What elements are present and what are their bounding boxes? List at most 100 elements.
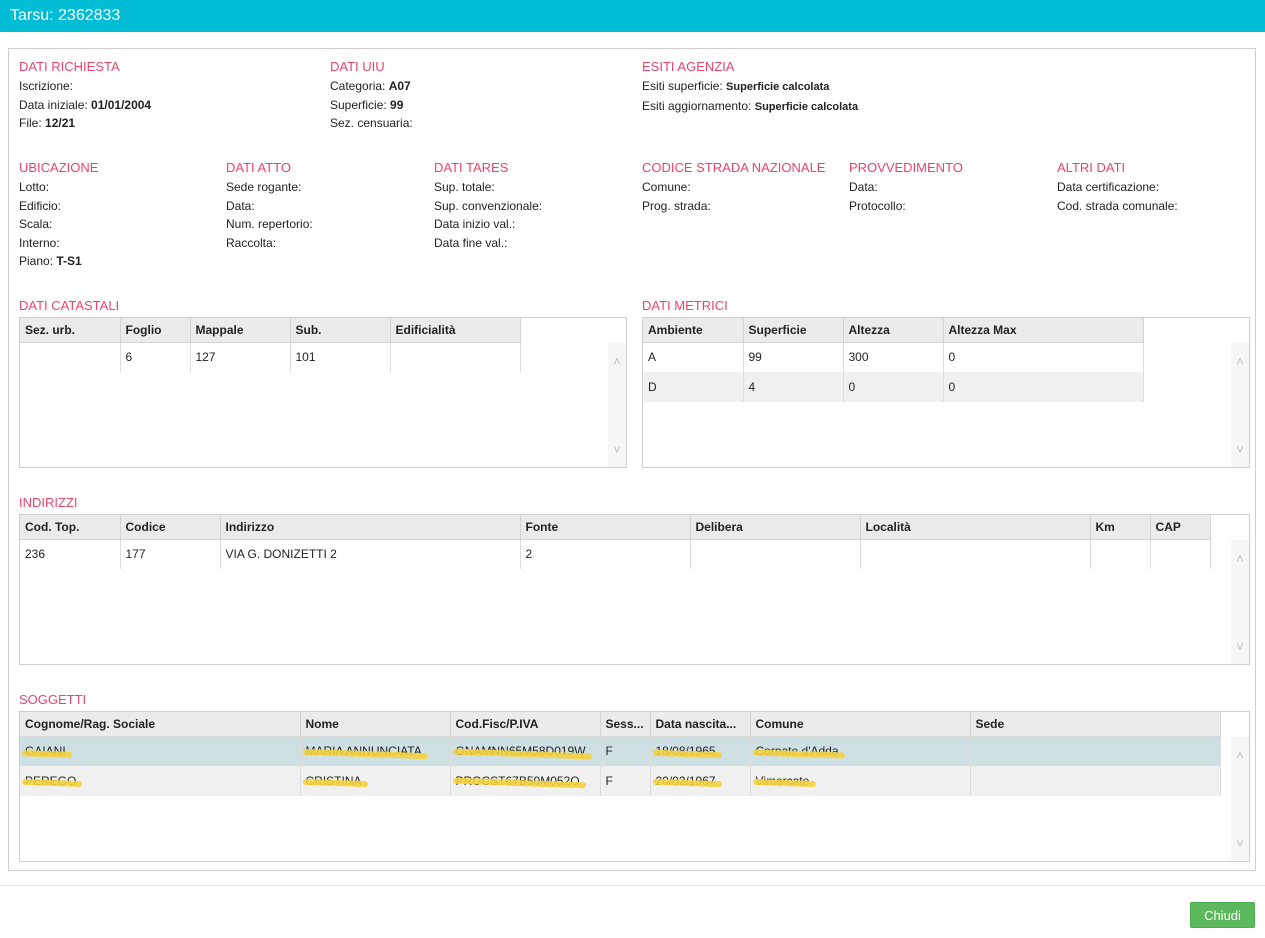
column-header[interactable]: CAP <box>1150 515 1211 540</box>
column-header[interactable]: Foglio <box>120 318 191 343</box>
field-data-certificazione: Data certificazione: <box>1057 180 1160 194</box>
field-iscrizione: Iscrizione: <box>19 79 74 93</box>
field-categoria: Categoria: A07 <box>330 79 411 93</box>
cell: 236 <box>20 539 121 569</box>
cell <box>1090 539 1151 569</box>
chevron-up-icon[interactable]: ˄ <box>612 355 622 368</box>
chevron-down-icon[interactable]: ˅ <box>1235 443 1245 456</box>
field-protocollo: Protocollo: <box>849 198 906 213</box>
column-header[interactable]: Ambiente <box>643 318 744 343</box>
cell <box>970 766 1221 796</box>
cell: GAIANI <box>20 736 301 766</box>
field-prog-strada: Prog. strada: <box>642 198 711 213</box>
cell: 101 <box>290 342 391 372</box>
piano-value: T-S1 <box>56 254 82 269</box>
table-row[interactable]: 236 177 VIA G. DONIZETTI 2 2 <box>20 539 1211 569</box>
field-sez-censuaria: Sez. censuaria: <box>330 116 413 131</box>
field-esiti-superficie: Esiti superficie: Superficie calcolata <box>642 79 830 93</box>
field-data-atto: Data: <box>226 198 255 213</box>
column-header[interactable]: Codice <box>120 515 221 540</box>
vertical-scrollbar[interactable]: ˄ ˅ <box>1231 737 1249 861</box>
field-cod-strada-comunale: Cod. strada comunale: <box>1057 198 1178 213</box>
grid-indirizzi[interactable]: Cod. Top. Codice Indirizzo Fonte Deliber… <box>19 514 1250 665</box>
grid-header-row: Cod. Top. Codice Indirizzo Fonte Deliber… <box>20 515 1211 540</box>
cell: PEREGO <box>20 766 301 796</box>
field-data-fine-val: Data fine val.: <box>434 235 508 250</box>
field-sup-totale: Sup. totale: <box>434 180 495 194</box>
column-header[interactable]: Sez. urb. <box>20 318 121 343</box>
column-header[interactable]: Edificialità <box>390 318 521 343</box>
vertical-scrollbar[interactable]: ˄ ˅ <box>1231 343 1249 467</box>
column-header[interactable]: Nome <box>300 712 451 737</box>
chevron-up-icon[interactable]: ˄ <box>1235 749 1245 762</box>
cell: Vimercate <box>750 766 971 796</box>
cell: 177 <box>120 539 221 569</box>
section-dati-catastali-title: DATI CATASTALI <box>19 298 120 313</box>
column-header[interactable]: Delibera <box>690 515 861 540</box>
chevron-down-icon[interactable]: ˅ <box>1235 640 1245 653</box>
close-button[interactable]: Chiudi <box>1190 902 1255 928</box>
grid-header-row: Ambiente Superficie Altezza Altezza Max <box>643 318 1144 343</box>
section-title: DATI TARES <box>434 160 509 175</box>
chevron-up-icon[interactable]: ˄ <box>1235 552 1245 565</box>
column-header[interactable]: Altezza Max <box>943 318 1144 343</box>
field-data-provvedimento: Data: <box>849 180 878 194</box>
file-value: 12/21 <box>45 116 76 131</box>
column-header[interactable]: Cod. Top. <box>20 515 121 540</box>
column-header[interactable]: Indirizzo <box>220 515 521 540</box>
cell: GNAMNN65M58D019W <box>450 736 601 766</box>
grid-soggetti[interactable]: Cognome/Rag. Sociale Nome Cod.Fisc/P.IVA… <box>19 711 1250 862</box>
grid-dati-catastali[interactable]: Sez. urb. Foglio Mappale Sub. Edificiali… <box>19 317 627 468</box>
column-header[interactable]: Superficie <box>743 318 844 343</box>
cell: PRGCST67B50M052O <box>450 766 601 796</box>
column-header[interactable]: Km <box>1090 515 1151 540</box>
cell <box>390 342 521 372</box>
table-row[interactable]: 6 127 101 <box>20 342 521 372</box>
chevron-down-icon[interactable]: ˅ <box>612 443 622 456</box>
field-lotto: Lotto: <box>19 180 50 194</box>
window-title: Tarsu: 2362833 <box>10 7 121 24</box>
data-iniziale-value: 01/01/2004 <box>91 97 152 112</box>
column-header[interactable]: Cognome/Rag. Sociale <box>20 712 301 737</box>
chevron-down-icon[interactable]: ˅ <box>1235 837 1245 850</box>
column-header[interactable]: Data nascita... <box>650 712 751 737</box>
table-row[interactable]: PEREGO CRISTINA PRGCST67B50M052O F 20/02… <box>20 766 1221 796</box>
grid-dati-metrici[interactable]: Ambiente Superficie Altezza Altezza Max … <box>642 317 1250 468</box>
cell <box>690 539 861 569</box>
field-data-iniziale: Data iniziale: 01/01/2004 <box>19 97 152 112</box>
column-header[interactable]: Fonte <box>520 515 691 540</box>
field-scala: Scala: <box>19 217 53 232</box>
vertical-scrollbar[interactable]: ˄ ˅ <box>1231 540 1249 664</box>
column-header[interactable]: Altezza <box>843 318 944 343</box>
grid-header-row: Cognome/Rag. Sociale Nome Cod.Fisc/P.IVA… <box>20 712 1221 737</box>
section-title: ALTRI DATI <box>1057 160 1126 175</box>
footer-divider <box>0 885 1265 886</box>
section-dati-tares: DATI TARES Sup. totale: Sup. convenziona… <box>434 160 542 252</box>
cell <box>860 539 1091 569</box>
cell: 18/08/1965 <box>650 736 751 766</box>
field-num-repertorio: Num. repertorio: <box>226 217 313 232</box>
table-row[interactable]: A 99 300 0 <box>643 342 1144 372</box>
vertical-scrollbar[interactable]: ˄ ˅ <box>608 343 626 467</box>
column-header[interactable]: Sub. <box>290 318 391 343</box>
column-header[interactable]: Mappale <box>190 318 291 343</box>
column-header[interactable]: Sede <box>970 712 1221 737</box>
table-row[interactable]: D 4 0 0 <box>643 372 1144 402</box>
field-piano: Piano: T-S1 <box>19 254 82 269</box>
column-header[interactable]: Comune <box>750 712 971 737</box>
table-row[interactable]: GAIANI MARIA ANNUNCIATA GNAMNN65M58D019W… <box>20 736 1221 766</box>
field-comune: Comune: <box>642 180 691 194</box>
section-indirizzi-title: INDIRIZZI <box>19 495 78 510</box>
column-header[interactable]: Sess... <box>600 712 651 737</box>
section-esiti-agenzia: ESITI AGENZIA Esiti superficie: Superfic… <box>642 59 858 116</box>
section-title: PROVVEDIMENTO <box>849 160 963 175</box>
section-dati-uiu: DATI UIU Categoria: A07 Superficie: 99 S… <box>330 59 413 133</box>
cell: 99 <box>743 342 844 372</box>
column-header[interactable]: Località <box>860 515 1091 540</box>
chevron-up-icon[interactable]: ˄ <box>1235 355 1245 368</box>
cell <box>1150 539 1211 569</box>
section-codice-strada: CODICE STRADA NAZIONALE Comune: Prog. st… <box>642 160 825 215</box>
cell: 0 <box>843 372 944 402</box>
section-dati-atto: DATI ATTO Sede rogante: Data: Num. reper… <box>226 160 313 252</box>
column-header[interactable]: Cod.Fisc/P.IVA <box>450 712 601 737</box>
